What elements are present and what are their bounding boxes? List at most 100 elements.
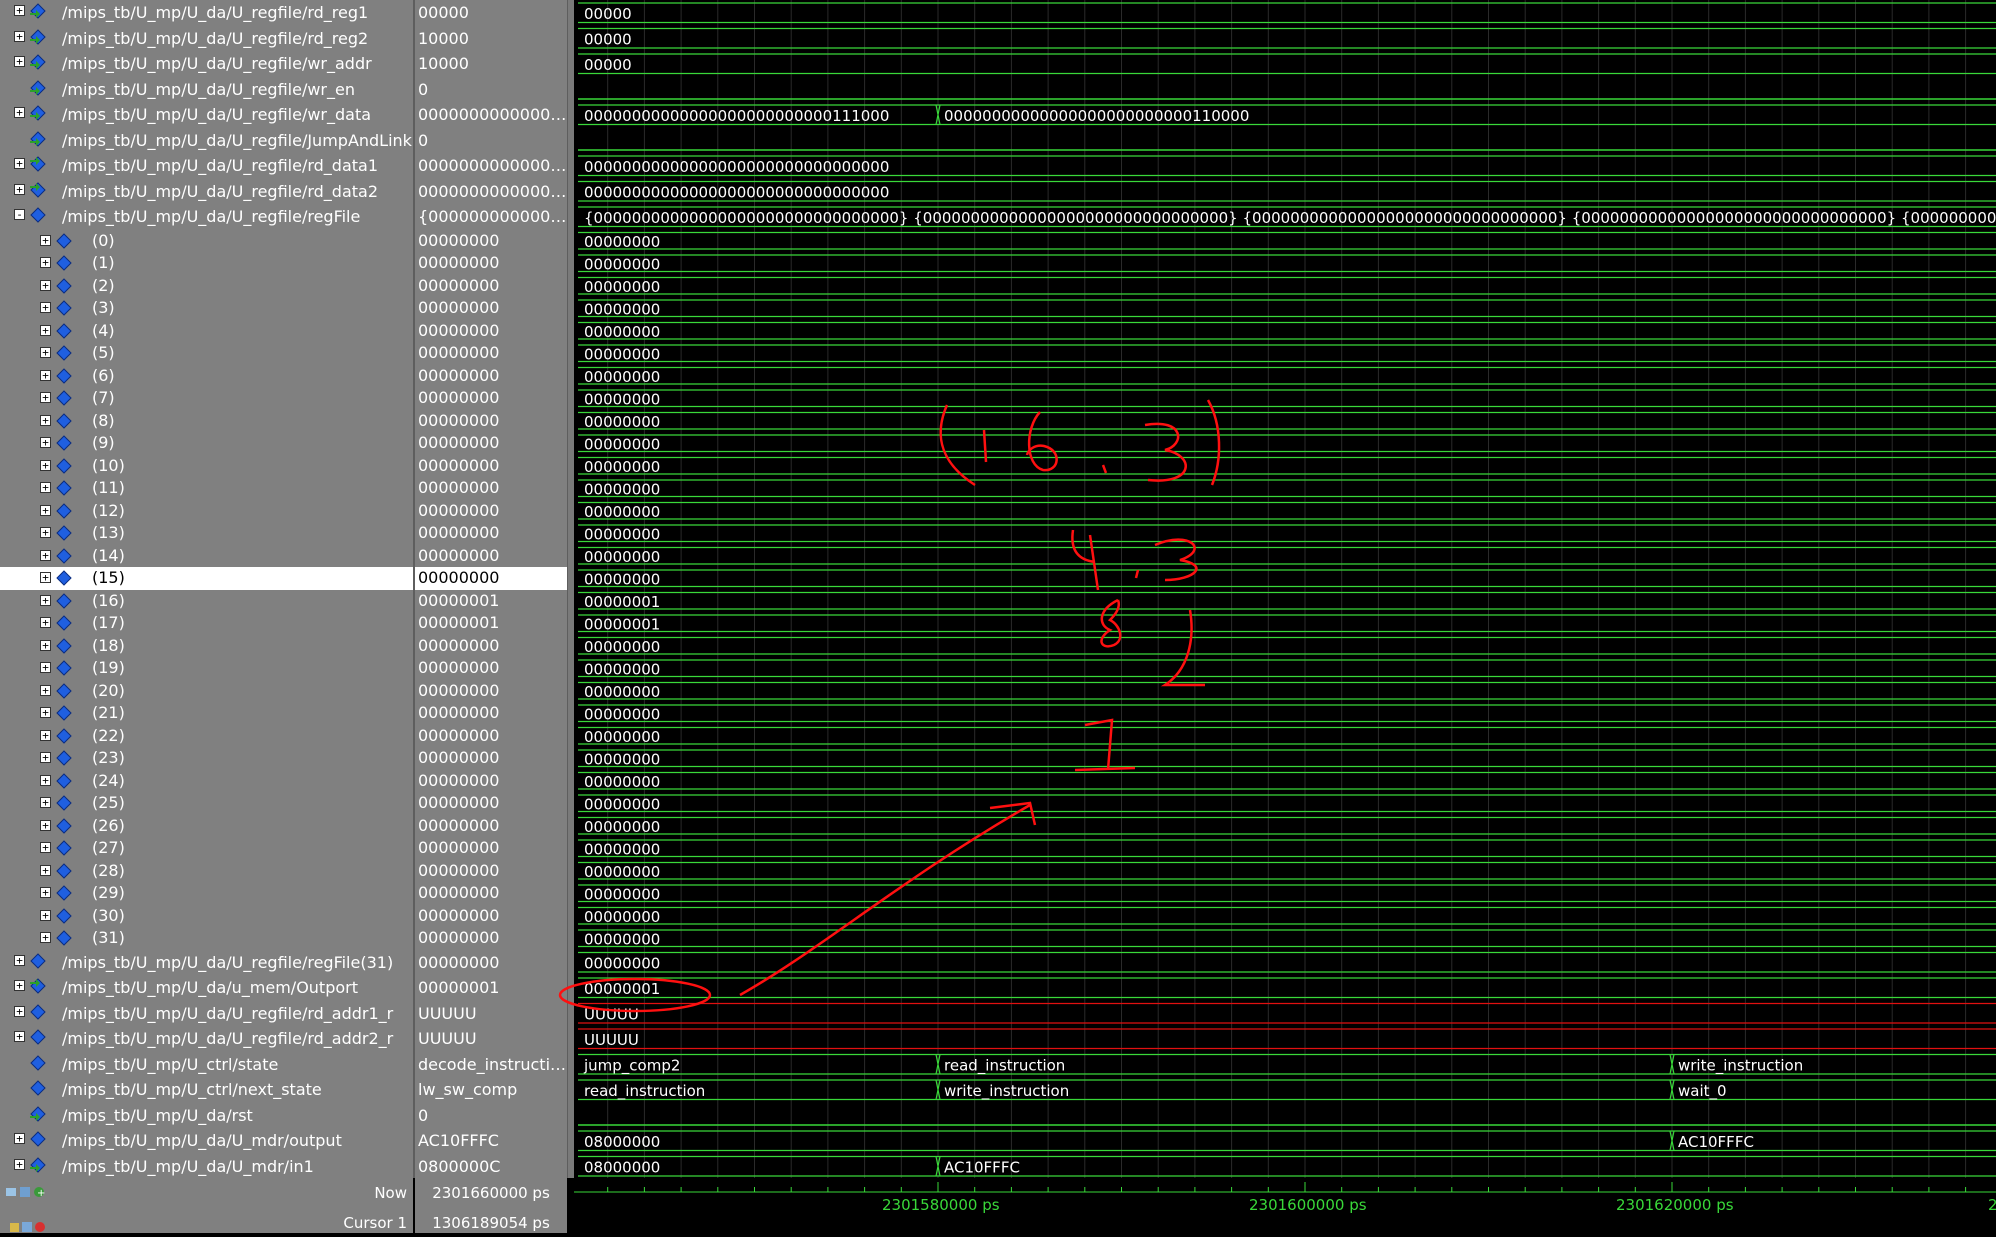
expand-toggle-icon[interactable]: + xyxy=(40,774,51,786)
signal-row[interactable]: + (21) xyxy=(0,702,413,725)
signal-icon xyxy=(56,322,72,339)
expand-toggle-icon[interactable]: + xyxy=(40,932,51,943)
expand-toggle-icon[interactable]: + xyxy=(40,369,51,381)
signal-row[interactable]: + (22) xyxy=(0,725,413,748)
signal-row[interactable]: + (2) xyxy=(0,275,413,298)
expand-toggle-icon[interactable]: + xyxy=(40,684,51,696)
collapse-toggle-icon[interactable]: - xyxy=(14,209,25,220)
signal-row[interactable]: + /mips_tb/U_mp/U_da/U_mdr/output xyxy=(0,1128,413,1154)
expand-toggle-icon[interactable]: + xyxy=(14,1005,25,1017)
signal-row[interactable]: - /mips_tb/U_mp/U_da/U_regfile/regFile xyxy=(0,204,413,230)
signal-row[interactable]: + (29) xyxy=(0,882,413,905)
expand-toggle-icon[interactable]: + xyxy=(40,549,51,561)
signal-row[interactable]: + (19) xyxy=(0,657,413,680)
signal-row[interactable]: + /mips_tb/U_mp/U_da/U_regfile/rd_addr1_r xyxy=(0,1001,413,1027)
expand-toggle-icon[interactable]: + xyxy=(14,30,25,42)
signal-row[interactable]: + (31) xyxy=(0,927,413,950)
signal-row[interactable]: + (24) xyxy=(0,770,413,793)
signal-row[interactable]: + (6) xyxy=(0,365,413,388)
expand-toggle-icon[interactable]: + xyxy=(14,1158,25,1170)
signal-row[interactable]: + (23) xyxy=(0,747,413,770)
signal-row[interactable]: + /mips_tb/U_mp/U_da/u_mem/Outport xyxy=(0,975,413,1001)
expand-toggle-icon[interactable]: + xyxy=(40,414,51,426)
signal-row[interactable]: + (10) xyxy=(0,455,413,478)
expand-toggle-icon[interactable]: + xyxy=(40,234,51,246)
signal-row[interactable]: + (12) xyxy=(0,500,413,523)
expand-toggle-icon[interactable]: + xyxy=(40,257,51,268)
signal-row[interactable]: + /mips_tb/U_mp/U_da/U_regfile/rd_data1 xyxy=(0,153,413,179)
signal-row[interactable]: + (4) xyxy=(0,320,413,343)
signal-row[interactable]: + (17) xyxy=(0,612,413,635)
signal-row[interactable]: + /mips_tb/U_mp/U_da/U_regfile/regFile(31… xyxy=(0,950,413,976)
time-axis[interactable]: 2301580000 ps 2301600000 ps 2301620000 p… xyxy=(574,1178,1996,1233)
expand-toggle-icon[interactable]: + xyxy=(40,617,51,628)
signal-row[interactable]: + (20) xyxy=(0,680,413,703)
expand-toggle-icon[interactable]: + xyxy=(40,639,51,651)
expand-toggle-icon[interactable]: + xyxy=(40,437,51,448)
signal-row[interactable]: + /mips_tb/U_mp/U_da/U_regfile/rd_reg2 xyxy=(0,26,413,52)
signal-row[interactable]: + (8) xyxy=(0,410,413,433)
expand-toggle-icon[interactable]: + xyxy=(14,183,25,195)
signal-row[interactable]: /mips_tb/U_mp/U_ctrl/next_state xyxy=(0,1077,413,1103)
signal-row[interactable]: + (18) xyxy=(0,635,413,658)
expand-toggle-icon[interactable]: + xyxy=(40,797,51,808)
expand-toggle-icon[interactable]: + xyxy=(40,864,51,876)
expand-toggle-icon[interactable]: + xyxy=(40,752,51,763)
signal-row[interactable]: + (30) xyxy=(0,905,413,928)
expand-toggle-icon[interactable]: + xyxy=(14,158,25,169)
expand-toggle-icon[interactable]: + xyxy=(14,5,25,16)
signal-row[interactable]: + /mips_tb/U_mp/U_da/U_regfile/wr_addr xyxy=(0,51,413,77)
expand-toggle-icon[interactable]: + xyxy=(40,887,51,898)
signal-row[interactable]: /mips_tb/U_mp/U_ctrl/state xyxy=(0,1052,413,1078)
signal-row[interactable]: + /mips_tb/U_mp/U_da/U_regfile/rd_addr2_r xyxy=(0,1026,413,1052)
signal-row[interactable]: + /mips_tb/U_mp/U_da/U_regfile/wr_data xyxy=(0,102,413,128)
expand-toggle-icon[interactable]: + xyxy=(14,56,25,67)
expand-toggle-icon[interactable]: + xyxy=(40,594,51,606)
expand-toggle-icon[interactable]: + xyxy=(40,842,51,853)
expand-toggle-icon[interactable]: + xyxy=(14,980,25,991)
expand-toggle-icon[interactable]: + xyxy=(14,1031,25,1042)
signal-row[interactable]: + (3) xyxy=(0,297,413,320)
signal-row[interactable]: + (25) xyxy=(0,792,413,815)
footer-toolbar-icons[interactable]: + xyxy=(4,1184,60,1199)
signal-row[interactable]: + (16) xyxy=(0,590,413,613)
expand-toggle-icon[interactable]: + xyxy=(40,909,51,921)
signal-row[interactable]: /mips_tb/U_mp/U_da/U_regfile/wr_en xyxy=(0,77,413,103)
signal-row[interactable]: + /mips_tb/U_mp/U_da/U_regfile/rd_data2 xyxy=(0,179,413,205)
signal-row[interactable]: + /mips_tb/U_mp/U_da/U_mdr/in1 xyxy=(0,1154,413,1180)
expand-toggle-icon[interactable]: + xyxy=(40,572,51,583)
expand-toggle-icon[interactable]: + xyxy=(14,1133,25,1144)
signal-row[interactable]: + /mips_tb/U_mp/U_da/U_regfile/rd_reg1 xyxy=(0,0,413,26)
signal-row[interactable]: + (15) xyxy=(0,567,413,590)
expand-toggle-icon[interactable]: + xyxy=(40,707,51,718)
expand-toggle-icon[interactable]: + xyxy=(14,107,25,118)
expand-toggle-icon[interactable]: + xyxy=(40,302,51,313)
signal-row[interactable]: + (0) xyxy=(0,230,413,253)
signal-row[interactable]: + (14) xyxy=(0,545,413,568)
expand-toggle-icon[interactable]: + xyxy=(40,459,51,471)
expand-toggle-icon[interactable]: + xyxy=(40,819,51,831)
expand-toggle-icon[interactable]: + xyxy=(40,482,51,493)
signal-row[interactable]: + (28) xyxy=(0,860,413,883)
cursor-toolbar-icons[interactable] xyxy=(8,1218,64,1232)
signal-row[interactable]: + (7) xyxy=(0,387,413,410)
signal-row[interactable]: /mips_tb/U_mp/U_da/rst xyxy=(0,1103,413,1129)
expand-toggle-icon[interactable]: + xyxy=(40,504,51,516)
expand-toggle-icon[interactable]: + xyxy=(14,954,25,966)
expand-toggle-icon[interactable]: + xyxy=(40,662,51,673)
signal-row[interactable]: /mips_tb/U_mp/U_da/U_regfile/JumpAndLink xyxy=(0,128,413,154)
expand-toggle-icon[interactable]: + xyxy=(40,392,51,403)
expand-toggle-icon[interactable]: + xyxy=(40,347,51,358)
signal-row[interactable]: + (27) xyxy=(0,837,413,860)
expand-toggle-icon[interactable]: + xyxy=(40,729,51,741)
expand-toggle-icon[interactable]: + xyxy=(40,279,51,291)
signal-row[interactable]: + (5) xyxy=(0,342,413,365)
expand-toggle-icon[interactable]: + xyxy=(40,527,51,538)
expand-toggle-icon[interactable]: + xyxy=(40,324,51,336)
signal-row[interactable]: + (13) xyxy=(0,522,413,545)
signal-row[interactable]: + (9) xyxy=(0,432,413,455)
signal-row[interactable]: + (1) xyxy=(0,252,413,275)
signal-row[interactable]: + (11) xyxy=(0,477,413,500)
signal-row[interactable]: + (26) xyxy=(0,815,413,838)
waveform-pane[interactable]: 00000 00000 00000 0000000000000000000000000… xyxy=(574,0,1996,1178)
